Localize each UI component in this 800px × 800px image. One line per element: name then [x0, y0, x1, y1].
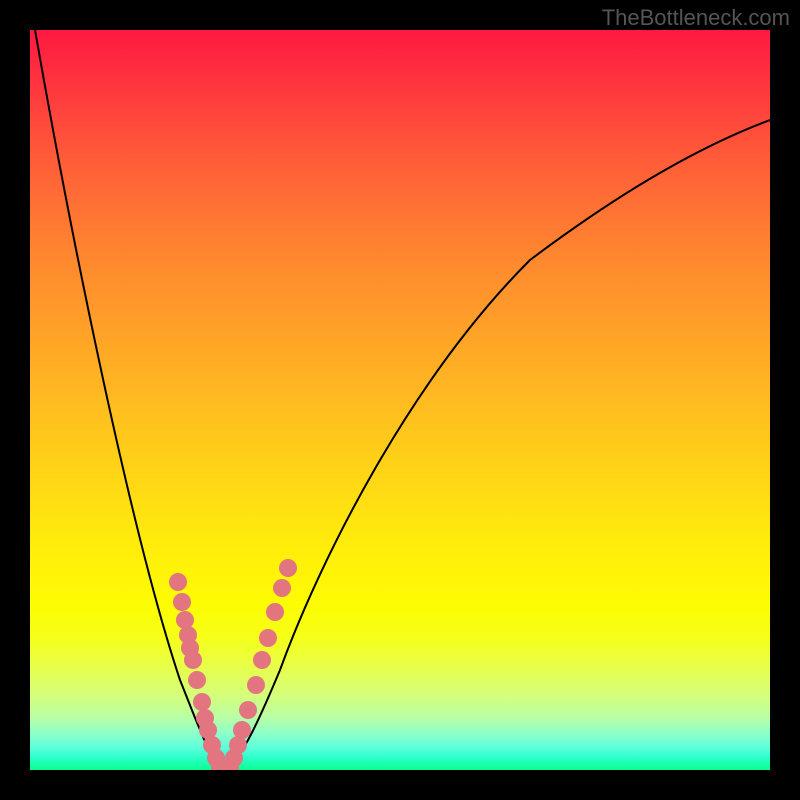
data-point: [273, 579, 291, 597]
chart-svg: [30, 30, 770, 770]
data-point: [247, 676, 265, 694]
data-point: [184, 651, 202, 669]
data-point: [176, 611, 194, 629]
data-point: [259, 629, 277, 647]
data-point: [279, 559, 297, 577]
data-point: [253, 651, 271, 669]
data-points-bottom-group: [211, 759, 239, 770]
data-points-right-group: [225, 559, 297, 767]
data-point: [233, 721, 251, 739]
chart-frame: TheBottleneck.com: [0, 0, 800, 800]
data-point: [239, 701, 257, 719]
data-point: [266, 603, 284, 621]
data-point: [193, 693, 211, 711]
bottleneck-curve: [35, 30, 770, 770]
plot-area: [30, 30, 770, 770]
data-point: [169, 573, 187, 591]
watermark-text: TheBottleneck.com: [602, 5, 790, 31]
data-point: [188, 671, 206, 689]
data-point: [173, 593, 191, 611]
